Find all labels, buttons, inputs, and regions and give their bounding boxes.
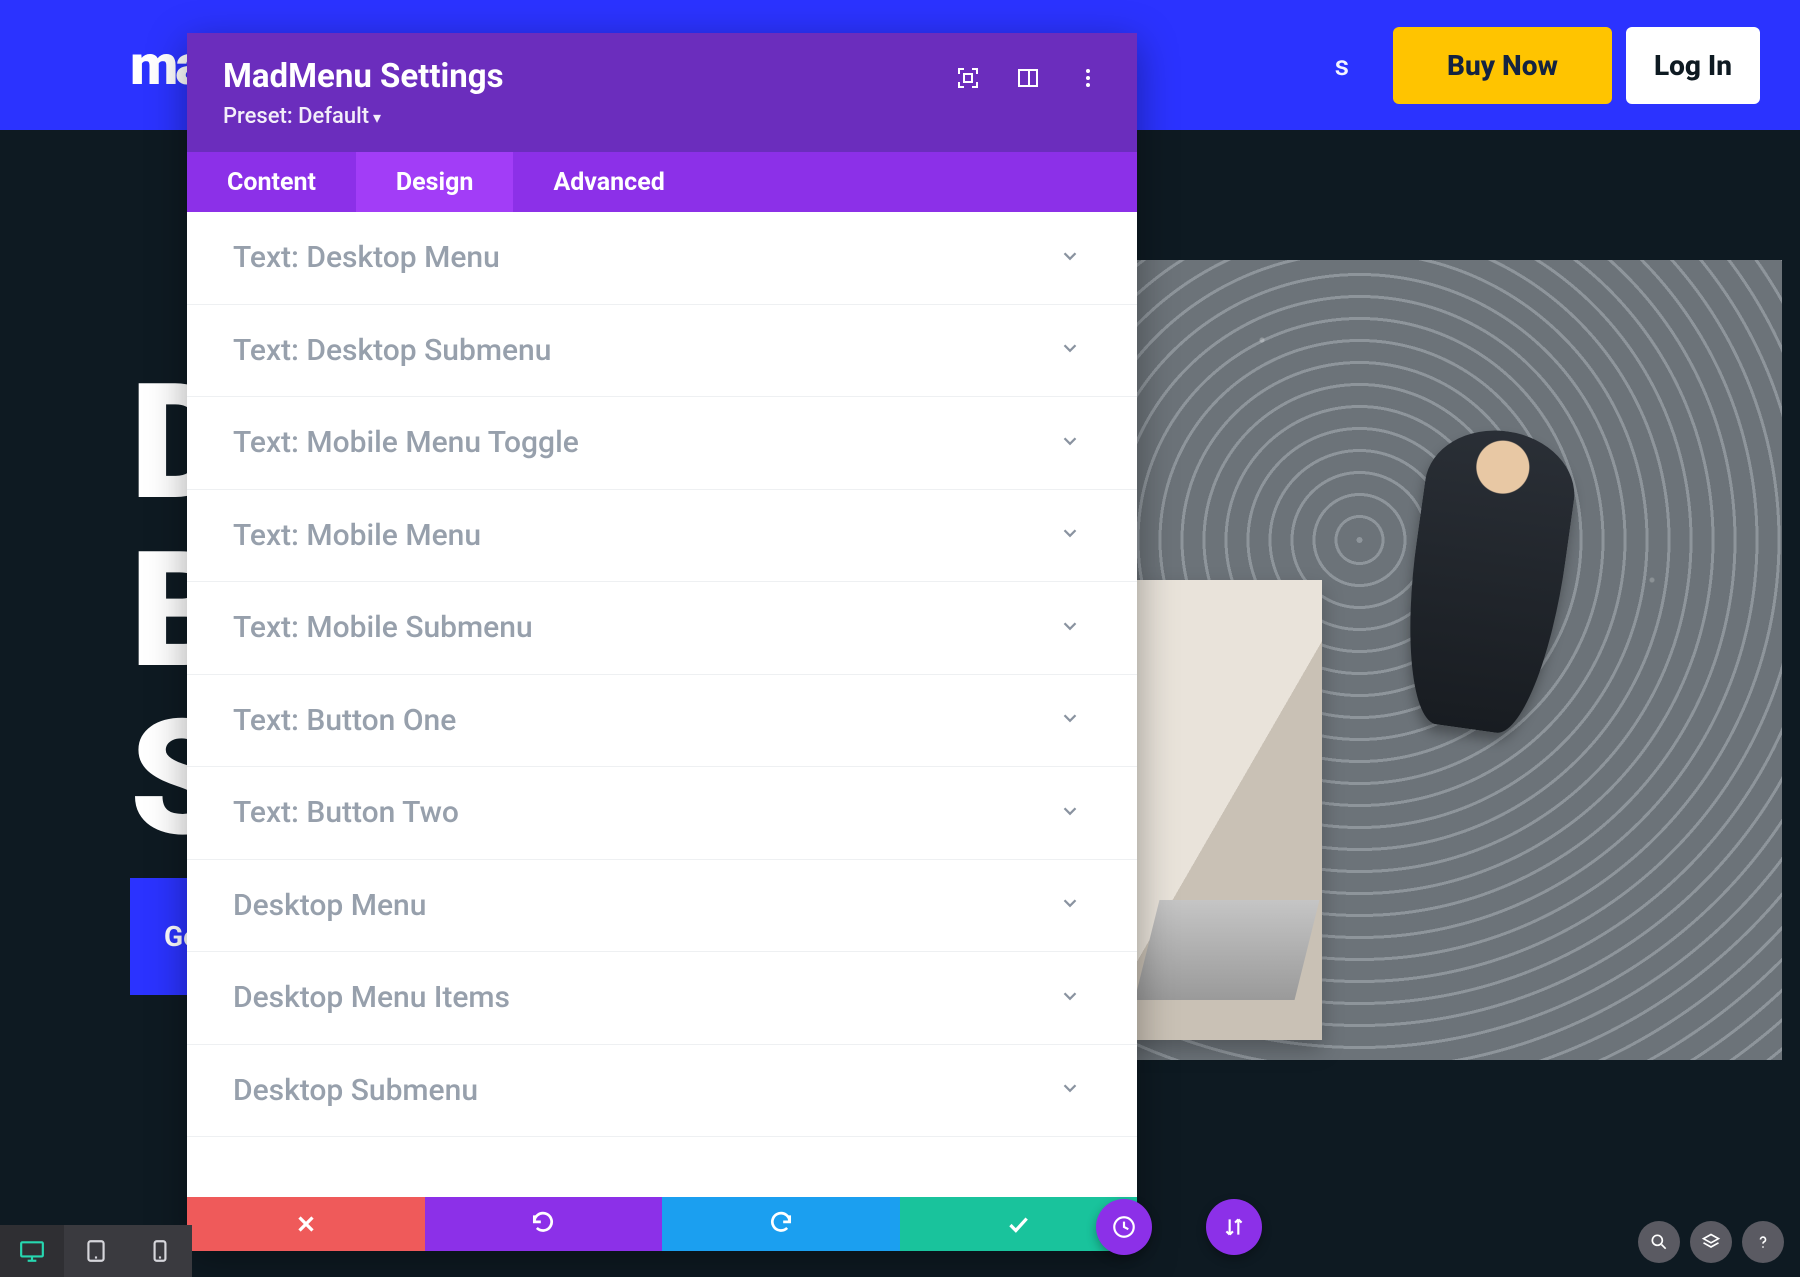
design-section-row[interactable]: Text: Desktop Menu bbox=[187, 212, 1137, 305]
history-fab[interactable] bbox=[1096, 1199, 1152, 1255]
section-label: Desktop Submenu bbox=[233, 1073, 478, 1108]
layers-icon[interactable] bbox=[1690, 1221, 1732, 1263]
section-label: Text: Mobile Submenu bbox=[233, 610, 533, 645]
snap-panel-icon[interactable] bbox=[1015, 65, 1041, 91]
design-section-row[interactable]: Text: Desktop Submenu bbox=[187, 305, 1137, 398]
bottom-right-tools bbox=[1638, 1221, 1784, 1263]
chevron-down-icon bbox=[1059, 800, 1081, 826]
design-section-row[interactable]: Desktop Menu bbox=[187, 860, 1137, 953]
device-desktop-icon[interactable] bbox=[0, 1225, 64, 1277]
device-preview-group bbox=[0, 1225, 192, 1277]
section-label: Text: Mobile Menu bbox=[233, 518, 481, 553]
sort-fab[interactable] bbox=[1206, 1199, 1262, 1255]
design-section-row[interactable]: Text: Button One bbox=[187, 675, 1137, 768]
chevron-down-icon bbox=[1059, 892, 1081, 918]
section-label: Text: Desktop Menu bbox=[233, 240, 500, 275]
section-label: Desktop Menu bbox=[233, 888, 426, 923]
bottom-bar bbox=[0, 1225, 1800, 1277]
panel-header[interactable]: MadMenu Settings Preset: Default▾ bbox=[187, 33, 1137, 152]
chevron-down-icon bbox=[1059, 245, 1081, 271]
chevron-down-icon bbox=[1059, 337, 1081, 363]
tab-advanced[interactable]: Advanced bbox=[513, 152, 704, 212]
chevron-down-icon bbox=[1059, 615, 1081, 641]
hero-image-collage bbox=[1132, 260, 1782, 1060]
chevron-down-icon bbox=[1059, 522, 1081, 548]
settings-panel: MadMenu Settings Preset: Default▾ Conten… bbox=[187, 33, 1137, 1251]
tab-content[interactable]: Content bbox=[187, 152, 356, 212]
buy-now-button[interactable]: Buy Now bbox=[1393, 27, 1612, 104]
nav-fragment: s bbox=[1335, 49, 1349, 82]
chevron-down-icon bbox=[1059, 707, 1081, 733]
header-right: s Buy Now Log In bbox=[1335, 27, 1760, 104]
more-menu-icon[interactable] bbox=[1075, 65, 1101, 91]
device-tablet-icon[interactable] bbox=[64, 1225, 128, 1277]
expand-icon[interactable] bbox=[955, 65, 981, 91]
chevron-down-icon bbox=[1059, 430, 1081, 456]
section-label: Text: Mobile Menu Toggle bbox=[233, 425, 579, 460]
design-section-row[interactable]: Text: Mobile Menu Toggle bbox=[187, 397, 1137, 490]
collage-inset-image bbox=[1127, 580, 1322, 1040]
preset-selector[interactable]: Preset: Default▾ bbox=[223, 104, 504, 129]
tab-design[interactable]: Design bbox=[356, 152, 514, 212]
design-section-row[interactable]: Text: Mobile Submenu bbox=[187, 582, 1137, 675]
device-phone-icon[interactable] bbox=[128, 1225, 192, 1277]
help-icon[interactable] bbox=[1742, 1221, 1784, 1263]
chevron-down-icon bbox=[1059, 1077, 1081, 1103]
design-section-row[interactable]: Text: Button Two bbox=[187, 767, 1137, 860]
panel-title: MadMenu Settings bbox=[223, 57, 504, 96]
section-label: Desktop Menu Items bbox=[233, 980, 510, 1015]
section-label: Text: Desktop Submenu bbox=[233, 333, 551, 368]
design-section-row[interactable]: Text: Mobile Menu bbox=[187, 490, 1137, 583]
login-button[interactable]: Log In bbox=[1626, 27, 1760, 104]
section-label: Text: Button Two bbox=[233, 795, 459, 830]
caret-down-icon: ▾ bbox=[373, 108, 381, 127]
zoom-icon[interactable] bbox=[1638, 1221, 1680, 1263]
design-section-row[interactable]: Desktop Submenu bbox=[187, 1045, 1137, 1138]
preset-label: Preset: Default bbox=[223, 104, 369, 129]
section-label: Text: Button One bbox=[233, 703, 456, 738]
chevron-down-icon bbox=[1059, 985, 1081, 1011]
panel-tabs: Content Design Advanced bbox=[187, 152, 1137, 212]
design-section-row[interactable]: Desktop Menu Items bbox=[187, 952, 1137, 1045]
design-sections-list[interactable]: Text: Desktop Menu Text: Desktop Submenu T… bbox=[187, 212, 1137, 1197]
